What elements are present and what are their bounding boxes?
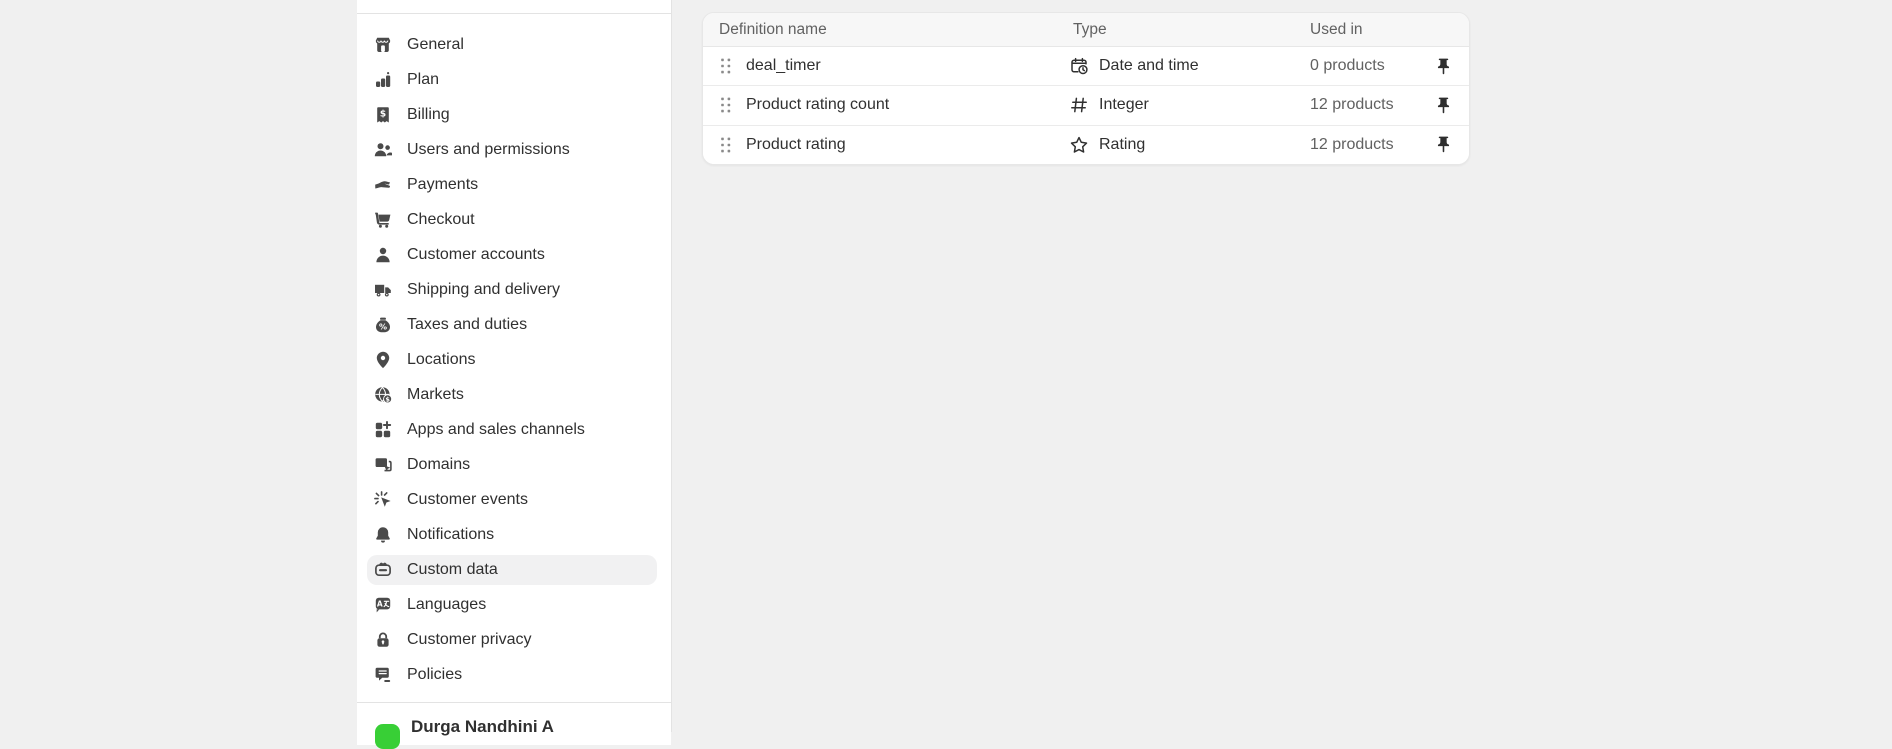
domains-icon bbox=[373, 455, 393, 475]
globe-dollar-icon: $ bbox=[373, 385, 393, 405]
person-icon bbox=[373, 245, 393, 265]
users-icon bbox=[373, 140, 393, 160]
account-menu-item[interactable]: Durga Nandhini A bbox=[357, 702, 671, 745]
sidebar-item-general[interactable]: General bbox=[367, 30, 657, 60]
sidebar-item-label: Notifications bbox=[407, 527, 494, 543]
custom-data-icon bbox=[373, 560, 393, 580]
hash-icon bbox=[1069, 95, 1089, 115]
svg-text:$: $ bbox=[380, 110, 386, 120]
definition-name: Product rating count bbox=[746, 96, 1069, 114]
sidebar-item-plan[interactable]: Plan bbox=[367, 65, 657, 95]
sidebar-item-custom-data[interactable]: Custom data bbox=[367, 555, 657, 585]
sidebar-item-locations[interactable]: Locations bbox=[367, 345, 657, 375]
sidebar-item-label: Customer accounts bbox=[407, 247, 545, 263]
sidebar-item-label: Users and permissions bbox=[407, 142, 570, 158]
type-label: Rating bbox=[1099, 136, 1145, 154]
location-pin-icon bbox=[373, 350, 393, 370]
sidebar-item-languages[interactable]: A Languages bbox=[367, 590, 657, 620]
sidebar-item-label: Locations bbox=[407, 352, 476, 368]
sidebar-item-customer-events[interactable]: Customer events bbox=[367, 485, 657, 515]
sidebar-item-taxes-and-duties[interactable]: % Taxes and duties bbox=[367, 310, 657, 340]
svg-text:A: A bbox=[377, 600, 383, 609]
sidebar-item-label: Payments bbox=[407, 177, 478, 193]
drag-handle-icon[interactable] bbox=[719, 136, 733, 154]
table-row[interactable]: Product rating Rating 12 products bbox=[703, 126, 1469, 164]
used-in-value: 12 products bbox=[1310, 96, 1433, 114]
sidebar-item-label: Policies bbox=[407, 667, 462, 683]
languages-icon: A bbox=[373, 595, 393, 615]
column-header-used-in: Used in bbox=[1310, 21, 1453, 39]
definition-name: deal_timer bbox=[746, 57, 1069, 75]
star-icon bbox=[1069, 135, 1089, 155]
used-in-value: 12 products bbox=[1310, 136, 1433, 154]
plan-icon bbox=[373, 70, 393, 90]
taxes-icon: % bbox=[373, 315, 393, 335]
column-header-definition-name: Definition name bbox=[719, 21, 1069, 39]
calendar-clock-icon bbox=[1069, 56, 1089, 76]
payments-icon bbox=[373, 175, 393, 195]
used-in-value: 0 products bbox=[1310, 57, 1433, 75]
sidebar-item-policies[interactable]: Policies bbox=[367, 660, 657, 690]
sidebar-item-billing[interactable]: $ Billing bbox=[367, 100, 657, 130]
apps-grid-icon bbox=[373, 420, 393, 440]
bell-icon bbox=[373, 525, 393, 545]
sidebar-item-markets[interactable]: $ Markets bbox=[367, 380, 657, 410]
sidebar-item-label: Domains bbox=[407, 457, 470, 473]
sidebar-item-users-and-permissions[interactable]: Users and permissions bbox=[367, 135, 657, 165]
cart-icon bbox=[373, 210, 393, 230]
sidebar-item-label: Markets bbox=[407, 387, 464, 403]
sidebar-item-label: Billing bbox=[407, 107, 450, 123]
pin-icon[interactable] bbox=[1433, 135, 1453, 155]
table-body: deal_timer Date and time 0 products Product… bbox=[703, 47, 1469, 164]
cursor-click-icon bbox=[373, 490, 393, 510]
account-name: Durga Nandhini A bbox=[411, 717, 554, 737]
sidebar-item-checkout[interactable]: Checkout bbox=[367, 205, 657, 235]
lock-icon bbox=[373, 630, 393, 650]
table-header-row: Definition name Type Used in bbox=[703, 13, 1469, 47]
sidebar-item-apps-and-sales-channels[interactable]: Apps and sales channels bbox=[367, 415, 657, 445]
table-row[interactable]: deal_timer Date and time 0 products bbox=[703, 47, 1469, 86]
sidebar-item-label: Plan bbox=[407, 72, 439, 88]
table-row[interactable]: Product rating count Integer 12 products bbox=[703, 86, 1469, 125]
pin-icon[interactable] bbox=[1433, 95, 1453, 115]
sidebar-item-label: Custom data bbox=[407, 562, 498, 578]
billing-icon: $ bbox=[373, 105, 393, 125]
type-cell: Rating bbox=[1069, 135, 1310, 155]
sidebar-item-shipping-and-delivery[interactable]: Shipping and delivery bbox=[367, 275, 657, 305]
sidebar-item-domains[interactable]: Domains bbox=[367, 450, 657, 480]
sidebar-item-label: Checkout bbox=[407, 212, 475, 228]
avatar bbox=[375, 724, 400, 749]
type-cell: Integer bbox=[1069, 95, 1310, 115]
column-header-type: Type bbox=[1069, 21, 1310, 39]
pin-icon[interactable] bbox=[1433, 56, 1453, 76]
sidebar-item-customer-privacy[interactable]: Customer privacy bbox=[367, 625, 657, 655]
svg-text:%: % bbox=[379, 322, 387, 331]
sidebar-top-divider bbox=[357, 13, 671, 14]
sidebar-item-label: General bbox=[407, 37, 464, 53]
truck-icon bbox=[373, 280, 393, 300]
sidebar-item-notifications[interactable]: Notifications bbox=[367, 520, 657, 550]
definition-name: Product rating bbox=[746, 136, 1069, 154]
sidebar-item-label: Taxes and duties bbox=[407, 317, 527, 333]
definitions-table: Definition name Type Used in deal_timer D… bbox=[702, 12, 1470, 165]
svg-text:$: $ bbox=[385, 395, 390, 403]
type-cell: Date and time bbox=[1069, 56, 1310, 76]
drag-handle-icon[interactable] bbox=[719, 57, 733, 75]
sidebar-item-customer-accounts[interactable]: Customer accounts bbox=[367, 240, 657, 270]
policies-icon bbox=[373, 665, 393, 685]
sidebar-item-label: Shipping and delivery bbox=[407, 282, 560, 298]
sidebar-item-label: Languages bbox=[407, 597, 486, 613]
drag-handle-icon[interactable] bbox=[719, 96, 733, 114]
type-label: Date and time bbox=[1099, 57, 1199, 75]
sidebar-item-label: Apps and sales channels bbox=[407, 422, 585, 438]
sidebar-item-label: Customer events bbox=[407, 492, 528, 508]
store-icon bbox=[373, 35, 393, 55]
settings-nav: General Plan $ Billing Users and permissions… bbox=[367, 30, 657, 695]
settings-sidebar: General Plan $ Billing Users and permissions… bbox=[357, 0, 672, 732]
sidebar-item-label: Customer privacy bbox=[407, 632, 531, 648]
type-label: Integer bbox=[1099, 96, 1149, 114]
sidebar-item-payments[interactable]: Payments bbox=[367, 170, 657, 200]
